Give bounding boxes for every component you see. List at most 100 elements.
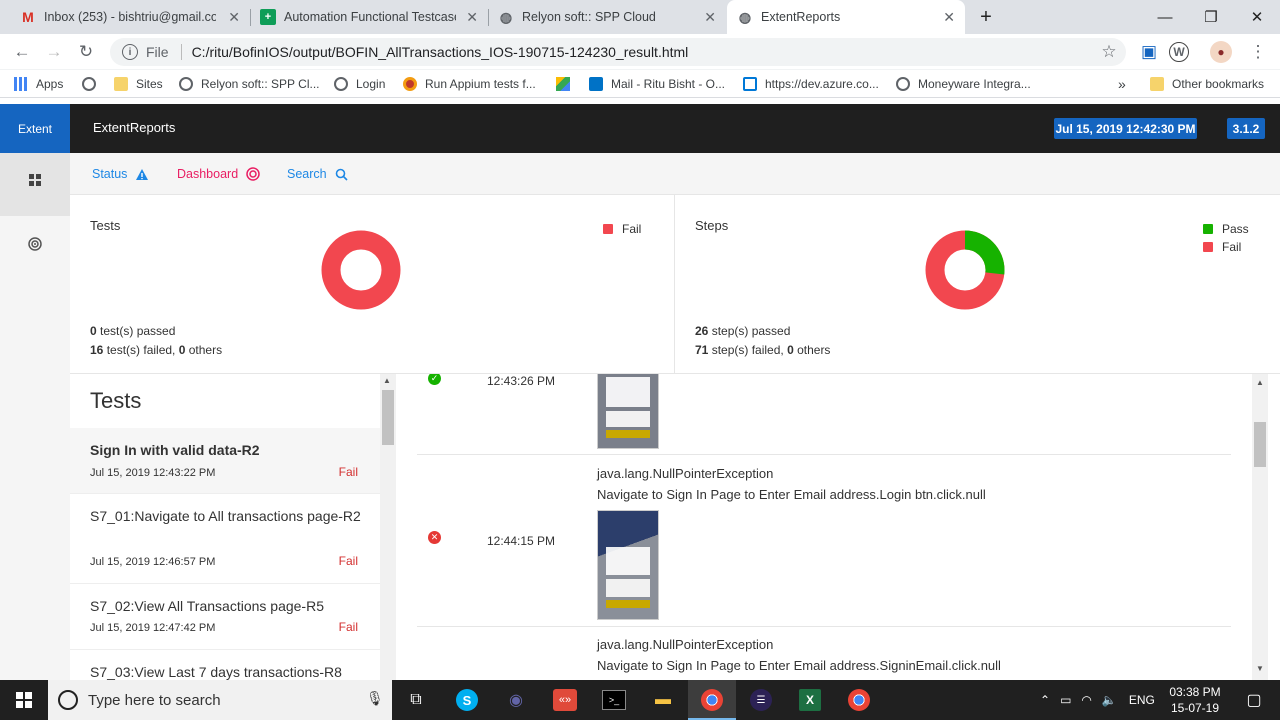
maximize-button[interactable]: ❐: [1188, 0, 1234, 34]
dashboard-grid-icon[interactable]: [28, 173, 42, 187]
microphone-icon[interactable]: 🎙: [366, 690, 384, 707]
task-view-icon[interactable]: ⧉: [400, 684, 432, 716]
chrome-icon[interactable]: [701, 689, 723, 711]
bookmark-appium[interactable]: Run Appium tests f...: [403, 75, 536, 93]
scroll-up-icon[interactable]: ▲: [1256, 378, 1264, 387]
bookmark-other[interactable]: Other bookmarks: [1150, 75, 1264, 93]
language-indicator[interactable]: ENG: [1129, 693, 1155, 707]
globe-icon: [82, 77, 96, 91]
info-icon[interactable]: i: [122, 44, 138, 60]
tab-label: Automation Functional Testcases: [284, 10, 456, 24]
list-item[interactable]: S7_02:View All Transactions page-R5 Jul …: [70, 584, 380, 650]
globe-icon: [179, 77, 193, 91]
test-name: S7_03:View Last 7 days transactions-R8: [90, 664, 342, 680]
step-screenshot[interactable]: [597, 374, 659, 449]
tests-passed-stat: 0 test(s) passed: [90, 324, 176, 338]
side-nav: [0, 153, 70, 680]
excel-icon[interactable]: X: [799, 689, 821, 711]
battery-icon[interactable]: ▭: [1060, 693, 1071, 707]
bookmark-moneyware[interactable]: Moneyware Integra...: [896, 75, 1031, 93]
test-date: Jul 15, 2019 12:47:42 PM: [90, 622, 216, 634]
bookmarks-overflow-button[interactable]: »: [1118, 75, 1126, 93]
nav-search[interactable]: Search: [287, 167, 348, 181]
forward-button[interactable]: →: [42, 40, 66, 64]
close-icon[interactable]: ✕: [228, 9, 240, 26]
avatar[interactable]: ●: [1210, 41, 1232, 63]
target-icon: [246, 167, 260, 181]
bookmark-relyon[interactable]: Relyon soft:: SPP Cl...: [179, 75, 320, 93]
tab-relyon[interactable]: ◍ Relyon soft:: SPP Cloud ✕: [488, 0, 726, 34]
step-screenshot[interactable]: [597, 510, 659, 620]
reload-button[interactable]: ↻: [74, 40, 98, 64]
bookmark-azure[interactable]: https://dev.azure.co...: [743, 75, 879, 93]
step-detail-scrollbar[interactable]: ▲ ▼: [1252, 374, 1268, 680]
step-exception: java.lang.NullPointerException: [597, 637, 774, 652]
teams-icon[interactable]: ◉: [500, 684, 532, 716]
tab-label: ExtentReports: [761, 10, 841, 24]
bookmark-globe[interactable]: [82, 75, 104, 93]
step-time: 12:44:15 PM: [487, 534, 556, 548]
file-label: File: [146, 44, 169, 60]
taskbar-search-input[interactable]: Type here to search 🎙: [48, 680, 392, 720]
clock-date: 15-07-19: [1170, 701, 1220, 715]
windows-start-icon[interactable]: [8, 684, 40, 716]
bookmark-apps[interactable]: Apps: [14, 75, 63, 93]
chrome-icon[interactable]: [848, 689, 870, 711]
scroll-up-icon[interactable]: ▲: [383, 376, 391, 385]
menu-icon[interactable]: ⋮: [1246, 40, 1270, 64]
eclipse-icon[interactable]: ☰: [750, 689, 772, 711]
close-window-button[interactable]: ✕: [1234, 0, 1280, 34]
search-icon: [335, 168, 348, 181]
test-date: Jul 15, 2019 12:46:57 PM: [90, 556, 216, 568]
target-icon[interactable]: [28, 237, 42, 251]
list-item[interactable]: Sign In with valid data-R2 Jul 15, 2019 …: [70, 428, 380, 494]
extent-logo[interactable]: Extent: [0, 104, 70, 153]
folder-icon: [114, 77, 128, 91]
test-list-heading: Tests: [90, 388, 142, 413]
wifi-icon[interactable]: ◠: [1081, 693, 1091, 707]
volume-icon[interactable]: 🔈: [1102, 693, 1117, 707]
new-tab-button[interactable]: +: [964, 0, 1008, 34]
tab-testcases[interactable]: + Automation Functional Testcases ✕: [250, 0, 488, 34]
back-button[interactable]: ←: [10, 40, 34, 64]
test-list-scrollbar[interactable]: ▲: [380, 374, 396, 680]
warning-icon: [136, 168, 149, 180]
close-icon[interactable]: ✕: [466, 9, 478, 26]
clock[interactable]: 03:38 PM 15-07-19: [1166, 684, 1224, 716]
chevron-up-icon[interactable]: ⌃: [1040, 693, 1050, 707]
skype-icon[interactable]: S: [456, 689, 478, 711]
tab-gmail[interactable]: M Inbox (253) - bishtriu@gmail.com ✕: [10, 0, 250, 34]
address-bar[interactable]: i File C:/ritu/BofinIOS/output/BOFIN_All…: [110, 38, 1126, 66]
nav-status[interactable]: Status: [92, 167, 149, 181]
bookmark-mail[interactable]: Mail - Ritu Bisht - O...: [589, 75, 725, 93]
extension-icon[interactable]: ▣: [1137, 40, 1161, 64]
bookmark-sites[interactable]: Sites: [114, 75, 163, 93]
url-text: C:/ritu/BofinIOS/output/BOFIN_AllTransac…: [191, 44, 689, 60]
tests-summary-card: Tests Fail 0 test(s) passed 16 test(s) f…: [70, 195, 674, 373]
file-explorer-icon[interactable]: ▬: [647, 684, 679, 716]
globe-icon: ◍: [499, 8, 513, 25]
step-message: Navigate to Sign In Page to Enter Email …: [597, 658, 1001, 673]
sheets-icon: +: [260, 9, 276, 25]
nav-dashboard[interactable]: Dashboard: [177, 167, 260, 181]
list-item[interactable]: S7_01:Navigate to All transactions page-…: [70, 494, 380, 584]
close-icon[interactable]: ✕: [704, 9, 716, 26]
list-item[interactable]: S7_03:View Last 7 days transactions-R8: [70, 650, 380, 680]
tab-extentreports[interactable]: ◍ ExtentReports ✕: [727, 0, 965, 34]
extension-w-icon[interactable]: W: [1169, 42, 1189, 62]
legend-fail: Fail: [603, 222, 641, 236]
minimize-button[interactable]: —: [1142, 0, 1188, 34]
report-header: Extent ExtentReports Jul 15, 2019 12:42:…: [0, 104, 1280, 153]
bookmark-drive[interactable]: [556, 75, 578, 93]
step-exception: java.lang.NullPointerException: [597, 466, 774, 481]
bookmark-login[interactable]: Login: [334, 75, 385, 93]
notifications-icon[interactable]: ▢: [1238, 684, 1270, 716]
app-arrow-icon[interactable]: «»: [553, 689, 577, 711]
close-icon[interactable]: ✕: [943, 9, 955, 26]
system-tray: ⌃ ▭ ◠ 🔈 ENG: [1040, 680, 1167, 720]
terminal-icon[interactable]: >_: [602, 690, 626, 710]
scroll-down-icon[interactable]: ▼: [1256, 664, 1264, 673]
bookmark-star-icon[interactable]: ☆: [1097, 40, 1121, 64]
donut-fail-segment: [321, 230, 401, 310]
step-time: 12:43:26 PM: [487, 374, 556, 388]
